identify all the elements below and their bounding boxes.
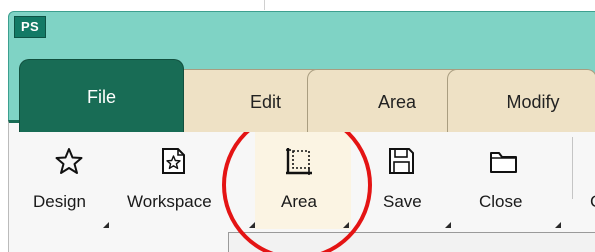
save-button[interactable]: Save <box>371 126 453 229</box>
area-button[interactable]: Area <box>255 126 351 229</box>
tab-area[interactable]: Area <box>307 69 465 132</box>
design-label: Design <box>33 192 86 211</box>
save-label: Save <box>383 192 422 211</box>
workspace-button[interactable]: Workspace <box>121 126 255 229</box>
area-select-icon <box>286 148 312 175</box>
save-disk-icon <box>389 148 414 174</box>
folder-icon <box>490 152 517 173</box>
area-dropdown-arrow <box>343 222 349 228</box>
design-button[interactable]: Design <box>29 126 111 229</box>
close-dropdown-arrow <box>555 222 561 228</box>
app-logo-badge[interactable]: PS <box>14 16 46 38</box>
close-label: Close <box>479 192 523 211</box>
title-bar: PS <box>9 12 595 42</box>
area-label: Area <box>281 192 317 211</box>
ribbon-tab-strip: Edit Area Modify File <box>9 57 595 132</box>
lower-panel-right <box>338 232 595 252</box>
screenshot-stage: PS Edit Area Modify File Design Workspac… <box>0 0 595 252</box>
tab-area-label: Area <box>377 91 417 112</box>
ribbon-group-separator <box>572 137 573 199</box>
tab-modify-label: Modify <box>506 91 560 112</box>
tab-modify[interactable]: Modify <box>447 69 595 132</box>
workspace-label: Workspace <box>127 192 212 211</box>
tab-file[interactable]: File <box>19 59 184 132</box>
tab-edit-label: Edit <box>249 91 282 112</box>
next-button-label-partial[interactable]: C <box>590 192 595 212</box>
desktop-divider <box>264 0 265 10</box>
document-star-icon <box>162 148 185 174</box>
design-dropdown-arrow <box>103 222 109 228</box>
star-icon <box>55 148 83 174</box>
tab-edit[interactable]: Edit <box>167 69 324 132</box>
tab-file-label: File <box>86 86 116 107</box>
save-dropdown-arrow <box>445 222 451 228</box>
close-button[interactable]: Close <box>469 126 565 229</box>
lower-panel-left <box>228 232 339 252</box>
